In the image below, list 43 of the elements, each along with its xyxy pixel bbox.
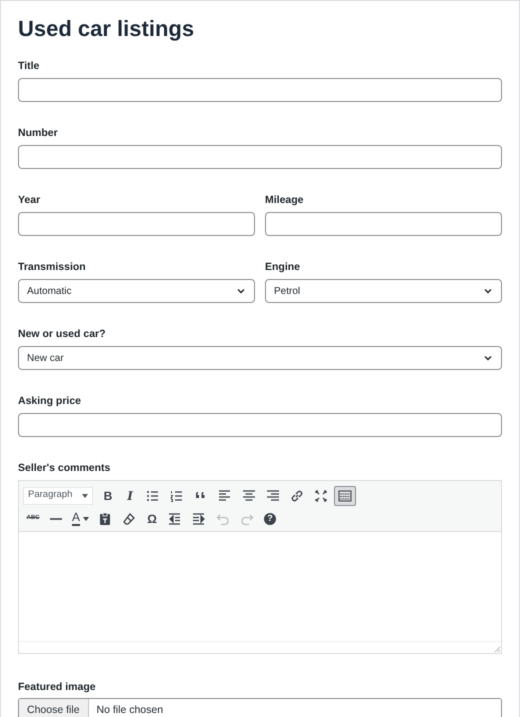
- select-dropdown[interactable]: Automatic: [18, 279, 255, 303]
- choose-file-button[interactable]: Choose file: [19, 699, 89, 717]
- caret-icon: [83, 516, 90, 520]
- input-field[interactable]: [18, 212, 255, 236]
- help-button[interactable]: ?: [260, 508, 280, 528]
- toolbar-button[interactable]: Ω: [142, 508, 162, 528]
- input-field[interactable]: [18, 145, 502, 169]
- chevron-down-icon: [483, 353, 493, 363]
- toolbar-button[interactable]: B: [98, 486, 118, 506]
- input-field[interactable]: [18, 413, 502, 437]
- input-field[interactable]: [265, 212, 502, 236]
- chevron-down-icon: [483, 286, 493, 296]
- field-label: Transmission: [18, 260, 87, 274]
- text-color-button[interactable]: A: [69, 508, 92, 528]
- horizontal-line-icon: [48, 518, 64, 520]
- link-icon: [289, 488, 305, 504]
- toolbar-toggle-icon: [337, 488, 353, 504]
- chevron-down-icon: [236, 286, 246, 296]
- field-label: Engine: [265, 260, 302, 274]
- select-dropdown[interactable]: New car: [18, 346, 502, 370]
- resize-handle-icon[interactable]: [494, 646, 501, 653]
- field-label: Mileage: [265, 193, 305, 207]
- page-heading: Used car listings: [18, 15, 196, 43]
- file-status-text: No file chosen: [96, 703, 164, 717]
- eraser-icon: [121, 510, 138, 526]
- field-label: New or used car?: [18, 327, 107, 341]
- align-center-icon: [241, 488, 257, 504]
- toolbar-button[interactable]: [334, 486, 356, 506]
- field-label: Seller's comments: [18, 461, 112, 475]
- toolbar-button[interactable]: I: [120, 486, 140, 506]
- input-field[interactable]: [18, 78, 502, 102]
- select-dropdown[interactable]: Petrol: [265, 279, 502, 303]
- caret-icon: [82, 494, 88, 498]
- field-label: Featured image: [18, 680, 97, 694]
- indent-icon: [191, 510, 208, 526]
- fullscreen-icon: [313, 488, 329, 504]
- field-label: Title: [18, 59, 40, 73]
- field-label: Number: [18, 126, 59, 140]
- field-label: Year: [18, 193, 42, 207]
- align-right-icon: [265, 488, 281, 504]
- format-dropdown[interactable]: Paragraph: [23, 486, 93, 504]
- field-label: Asking price: [18, 394, 82, 408]
- align-left-icon: [217, 488, 233, 504]
